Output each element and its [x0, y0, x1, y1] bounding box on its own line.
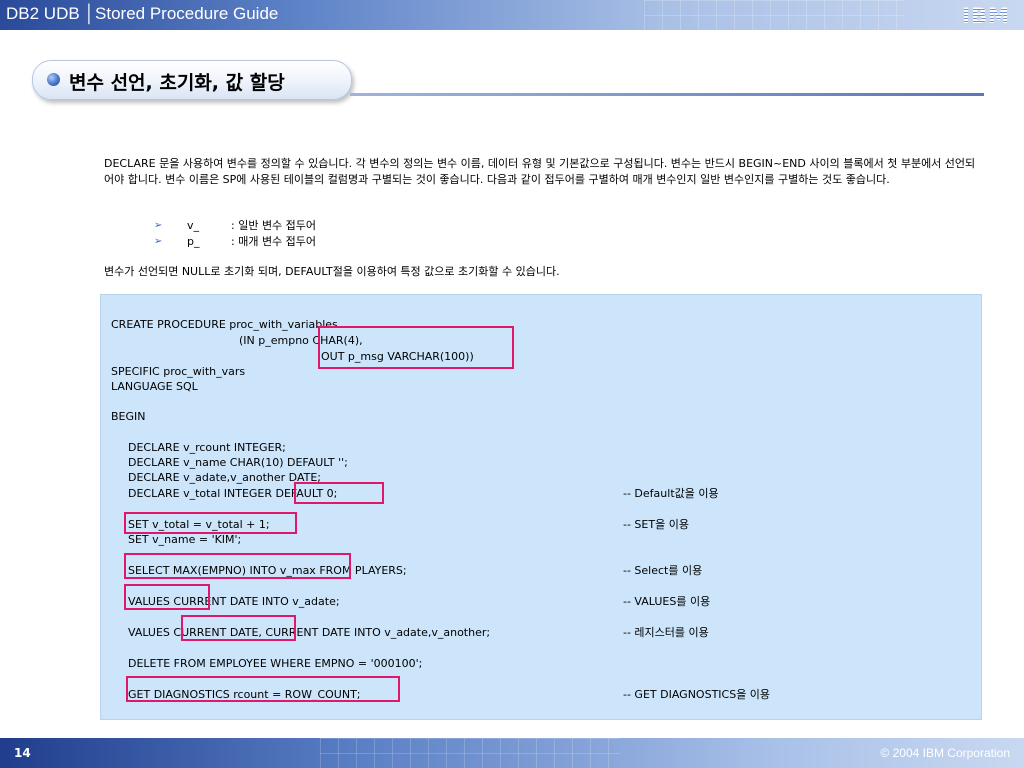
code-line: SPECIFIC proc_with_vars	[111, 365, 246, 378]
footer-bar: 14 © 2004 IBM Corporation	[0, 738, 1024, 768]
initialization-note: 변수가 선언되면 NULL로 초기화 되며, DEFAULT절을 이용하여 특정…	[104, 265, 560, 278]
code-line: DECLARE v_rcount INTEGER;	[128, 441, 286, 454]
prefix-name: v_	[187, 219, 200, 232]
code-line: DECLARE v_name CHAR(10) DEFAULT '';	[128, 456, 348, 469]
page-number: 14	[14, 746, 31, 760]
title-underline	[350, 93, 984, 96]
code-line: SET v_name = 'KIM';	[128, 533, 242, 546]
ibm-logo: IBM	[962, 4, 1010, 28]
code-comment: -- Default값을 이용	[623, 487, 719, 500]
section-title: 변수 선언, 초기화, 값 할당	[69, 72, 285, 94]
header-pattern	[644, 0, 904, 30]
header-title: DB2 UDB │Stored Procedure Guide	[6, 4, 279, 23]
arrow-bullet-icon: ➢	[154, 220, 163, 231]
highlight-box	[124, 553, 351, 579]
header-bar: DB2 UDB │Stored Procedure Guide IBM	[0, 0, 1024, 30]
copyright: © 2004 IBM Corporation	[880, 746, 1010, 760]
code-line: LANGUAGE SQL	[111, 380, 198, 393]
prefix-description: : 일반 변수 접두어	[231, 219, 317, 232]
code-line: DECLARE v_adate,v_another DATE;	[128, 471, 321, 484]
highlight-box	[124, 584, 210, 610]
arrow-bullet-icon: ➢	[154, 236, 163, 247]
highlight-box	[126, 676, 400, 702]
prefix-name: p_	[187, 235, 200, 248]
intro-paragraph: DECLARE 문을 사용하여 변수를 정의할 수 있습니다. 각 변수의 정의…	[104, 157, 976, 186]
highlight-box	[124, 512, 297, 534]
code-comment: -- VALUES를 이용	[623, 595, 711, 608]
code-line: CREATE PROCEDURE proc_with_variables	[111, 318, 338, 331]
highlight-box	[318, 326, 514, 369]
code-comment: -- SET을 이용	[623, 518, 689, 531]
highlight-box	[294, 482, 384, 504]
footer-pattern	[320, 738, 620, 768]
prefix-description: : 매개 변수 접두어	[231, 235, 317, 248]
code-sample-box: CREATE PROCEDURE proc_with_variables (IN…	[100, 294, 982, 720]
code-line: DELETE FROM EMPLOYEE WHERE EMPNO = '0001…	[128, 657, 423, 670]
bullet-dot-icon	[47, 73, 60, 86]
code-comment: -- GET DIAGNOSTICS을 이용	[623, 688, 771, 701]
highlight-box	[181, 615, 296, 641]
code-comment: -- Select를 이용	[623, 564, 703, 577]
section-title-pill: 변수 선언, 초기화, 값 할당	[32, 60, 352, 100]
code-comment: -- 레지스터를 이용	[623, 626, 709, 639]
code-line: BEGIN	[111, 410, 146, 423]
